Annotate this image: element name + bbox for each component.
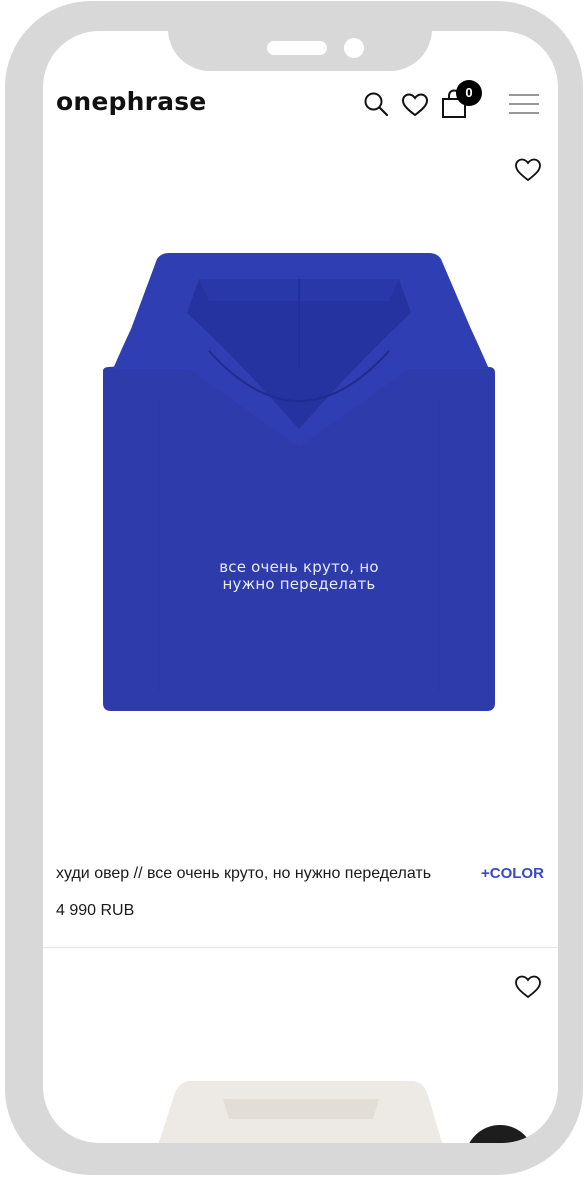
- product-print-text: все очень круто, но нужно переделать: [199, 559, 399, 593]
- product-image[interactable]: [133, 1079, 468, 1143]
- favorite-heart-icon[interactable]: [514, 157, 542, 183]
- chat-button[interactable]: [465, 1125, 535, 1143]
- print-text-line-2: нужно переделать: [222, 575, 376, 593]
- search-icon[interactable]: [363, 91, 389, 117]
- product-image[interactable]: [99, 251, 499, 716]
- more-colors-link[interactable]: +COLOR: [481, 865, 544, 882]
- brand-logo[interactable]: onephrase: [56, 87, 206, 116]
- print-text-line-1: все очень круто, но: [219, 558, 379, 576]
- phone-notch: [168, 1, 432, 71]
- phone-camera: [344, 38, 364, 58]
- phone-speaker: [267, 41, 327, 55]
- screen: onephrase 0 все очень круто, но нужно пе…: [43, 31, 558, 1143]
- phone-frame: onephrase 0 все очень круто, но нужно пе…: [5, 1, 583, 1175]
- favorite-heart-icon[interactable]: [514, 974, 542, 1000]
- menu-icon[interactable]: [508, 93, 540, 115]
- card-divider: [43, 947, 558, 948]
- wishlist-heart-icon[interactable]: [401, 92, 429, 118]
- product-title[interactable]: худи овер // все очень круто, но нужно п…: [56, 865, 431, 883]
- cart-count-badge: 0: [456, 80, 482, 106]
- product-price: 4 990 RUB: [56, 902, 135, 919]
